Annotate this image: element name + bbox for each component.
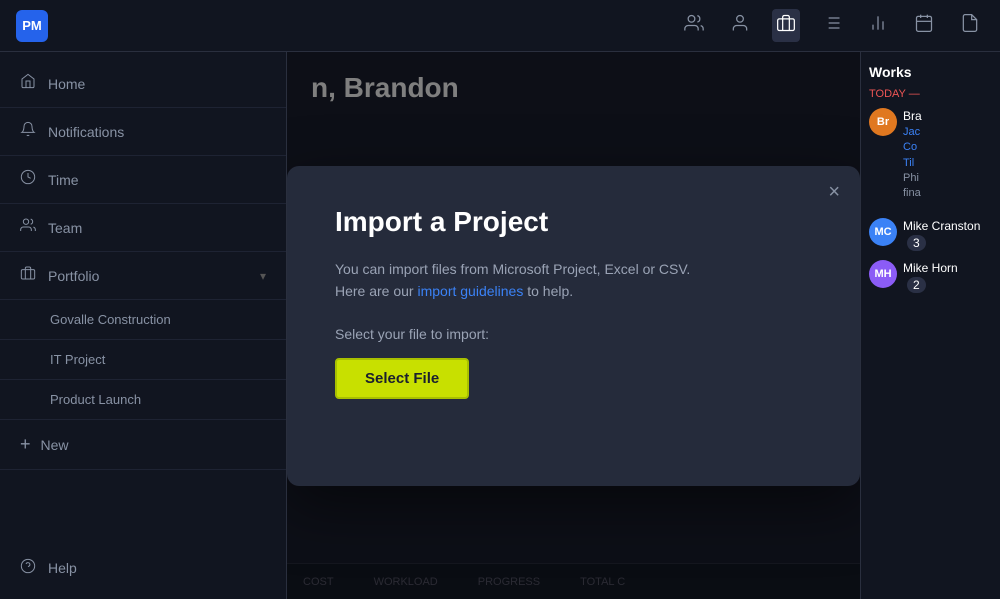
nav-icon-briefcase[interactable] xyxy=(772,9,800,42)
top-nav: PM xyxy=(0,0,1000,52)
nav-icon-chart[interactable] xyxy=(864,9,892,42)
today-label: TODAY — xyxy=(869,88,992,100)
rp-task3: Til xyxy=(903,156,922,171)
right-panel-title: Works xyxy=(869,64,992,80)
new-label: New xyxy=(41,437,69,453)
rp-count-mc: 3 xyxy=(907,235,926,251)
sidebar-new-button[interactable]: + New xyxy=(0,420,286,470)
sidebar-sub-item-product-launch[interactable]: Product Launch xyxy=(0,380,286,420)
rp-user-mike-horn: MH Mike Horn 2 xyxy=(869,260,992,294)
it-label: IT Project xyxy=(50,352,105,367)
plus-icon: + xyxy=(20,434,31,455)
rp-user-mike-cranston: MC Mike Cranston 3 xyxy=(869,218,992,252)
sidebar-sub-item-it[interactable]: IT Project xyxy=(0,340,286,380)
bell-icon xyxy=(20,121,36,142)
clock-icon xyxy=(20,169,36,190)
rp-note: Phifina xyxy=(903,171,922,202)
help-label: Help xyxy=(48,560,77,576)
sidebar: Home Notifications Time Team Portfolio xyxy=(0,52,287,599)
nav-icon-person[interactable] xyxy=(726,9,754,42)
team-icon xyxy=(20,217,36,238)
rp-name-mh: Mike Horn xyxy=(903,260,958,277)
home-label: Home xyxy=(48,76,85,92)
rp-task1: Jac xyxy=(903,125,922,140)
import-modal: × Import a Project You can import files … xyxy=(287,166,860,486)
nav-icon-calendar[interactable] xyxy=(910,9,938,42)
product-launch-label: Product Launch xyxy=(50,392,141,407)
sidebar-item-team[interactable]: Team xyxy=(0,204,286,252)
modal-file-label: Select your file to import: xyxy=(335,326,812,342)
govalle-label: Govalle Construction xyxy=(50,312,171,327)
team-label: Team xyxy=(48,220,82,236)
app-logo[interactable]: PM xyxy=(16,10,48,42)
avatar-bra: Br xyxy=(869,108,897,136)
rp-task2: Co xyxy=(903,140,922,155)
rp-bottom-users: MC Mike Cranston 3 MH Mike Horn 2 xyxy=(869,218,992,294)
top-nav-icons xyxy=(680,9,984,42)
rp-user-bra: Br Bra Jac Co Til Phifina xyxy=(869,108,992,202)
sidebar-item-portfolio[interactable]: Portfolio ▾ xyxy=(0,252,286,300)
rp-count-mh: 2 xyxy=(907,277,926,293)
help-icon xyxy=(20,558,36,577)
sidebar-sub-item-govalle[interactable]: Govalle Construction xyxy=(0,300,286,340)
sidebar-item-home[interactable]: Home xyxy=(0,60,286,108)
content-area: n, Brandon COST WORKLOAD PROGRESS TOTAL … xyxy=(287,52,860,599)
portfolio-icon xyxy=(20,265,36,286)
portfolio-label: Portfolio xyxy=(48,268,260,284)
modal-desc-text2: to help. xyxy=(523,283,573,299)
sidebar-item-time[interactable]: Time xyxy=(0,156,286,204)
time-label: Time xyxy=(48,172,79,188)
select-file-button[interactable]: Select File xyxy=(335,358,469,399)
modal-description: You can import files from Microsoft Proj… xyxy=(335,258,812,303)
sidebar-item-notifications[interactable]: Notifications xyxy=(0,108,286,156)
sidebar-item-help[interactable]: Help xyxy=(0,544,286,591)
notifications-label: Notifications xyxy=(48,124,124,140)
import-guidelines-link[interactable]: import guidelines xyxy=(417,283,523,299)
nav-icon-list[interactable] xyxy=(818,9,846,42)
modal-overlay: × Import a Project You can import files … xyxy=(287,52,860,599)
avatar-mc: MC xyxy=(869,218,897,246)
home-icon xyxy=(20,73,36,94)
nav-icon-team[interactable] xyxy=(680,9,708,42)
right-panel: Works TODAY — Br Bra Jac Co Til Phifina … xyxy=(860,52,1000,599)
modal-close-button[interactable]: × xyxy=(828,182,840,202)
rp-name-bra: Bra xyxy=(903,108,922,125)
modal-title: Import a Project xyxy=(335,206,812,238)
main-layout: Home Notifications Time Team Portfolio xyxy=(0,52,1000,599)
avatar-mh: MH xyxy=(869,260,897,288)
nav-icon-file[interactable] xyxy=(956,9,984,42)
rp-name-mc: Mike Cranston xyxy=(903,218,980,235)
chevron-down-icon: ▾ xyxy=(260,269,266,283)
